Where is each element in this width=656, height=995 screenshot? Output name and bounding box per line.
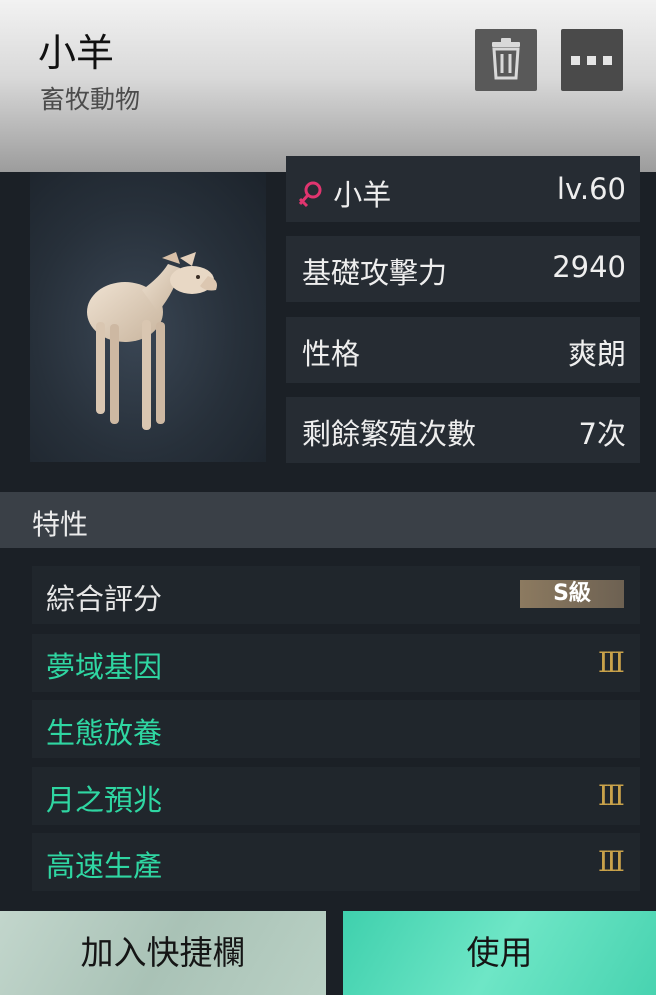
header: 小羊 畜牧動物 [0,0,656,172]
stat-row-nature: 性格 爽朗 [286,317,640,383]
stat-label: 性格 [302,337,361,371]
use-button[interactable]: 使用 [343,911,656,995]
stat-value: 7次 [578,417,626,451]
trait-row[interactable]: 生態放養 [32,700,640,758]
trait-label: 月之預兆 [46,783,163,817]
trait-label: 高速生產 [46,849,163,883]
trait-label: 夢域基因 [46,650,163,684]
trash-icon [492,38,520,80]
delete-button[interactable] [475,29,537,91]
overall-rating-label: 綜合評分 [46,582,163,616]
section-title: 特性 [32,508,89,541]
pet-name-row: 小羊 lv.60 [286,156,640,222]
trait-tier: III [597,779,625,812]
trait-tier: III [597,646,625,679]
pet-name-label: 小羊 [298,172,391,214]
pet-level: lv.60 [556,172,626,206]
trait-row[interactable]: 夢域基因 III [32,634,640,692]
pet-name: 小羊 [333,178,392,212]
traits-section-header: 特性 [0,492,656,548]
pet-portrait [30,172,266,462]
stat-label: 基礎攻擊力 [302,256,448,290]
more-button[interactable] [561,29,623,91]
stat-value: 2940 [552,250,626,284]
stat-value: 爽朗 [567,337,626,371]
grade-badge: S級 [520,580,624,608]
stat-row-attack: 基礎攻擊力 2940 [286,236,640,302]
female-icon [298,181,322,208]
stat-row-breeding: 剩餘繁殖次數 7次 [286,397,640,463]
trait-row[interactable]: 高速生產 III [32,833,640,891]
page-subtitle: 畜牧動物 [40,85,141,114]
overall-rating-row: 綜合評分 S級 [32,566,640,624]
page-title: 小羊 [38,31,115,75]
more-icon [571,56,612,65]
lamb-image [87,252,217,430]
add-to-shortcut-button[interactable]: 加入快捷欄 [0,911,326,995]
trait-row[interactable]: 月之預兆 III [32,767,640,825]
trait-label: 生態放養 [46,716,163,750]
trait-tier: III [597,845,625,878]
stat-label: 剩餘繁殖次數 [302,417,477,451]
